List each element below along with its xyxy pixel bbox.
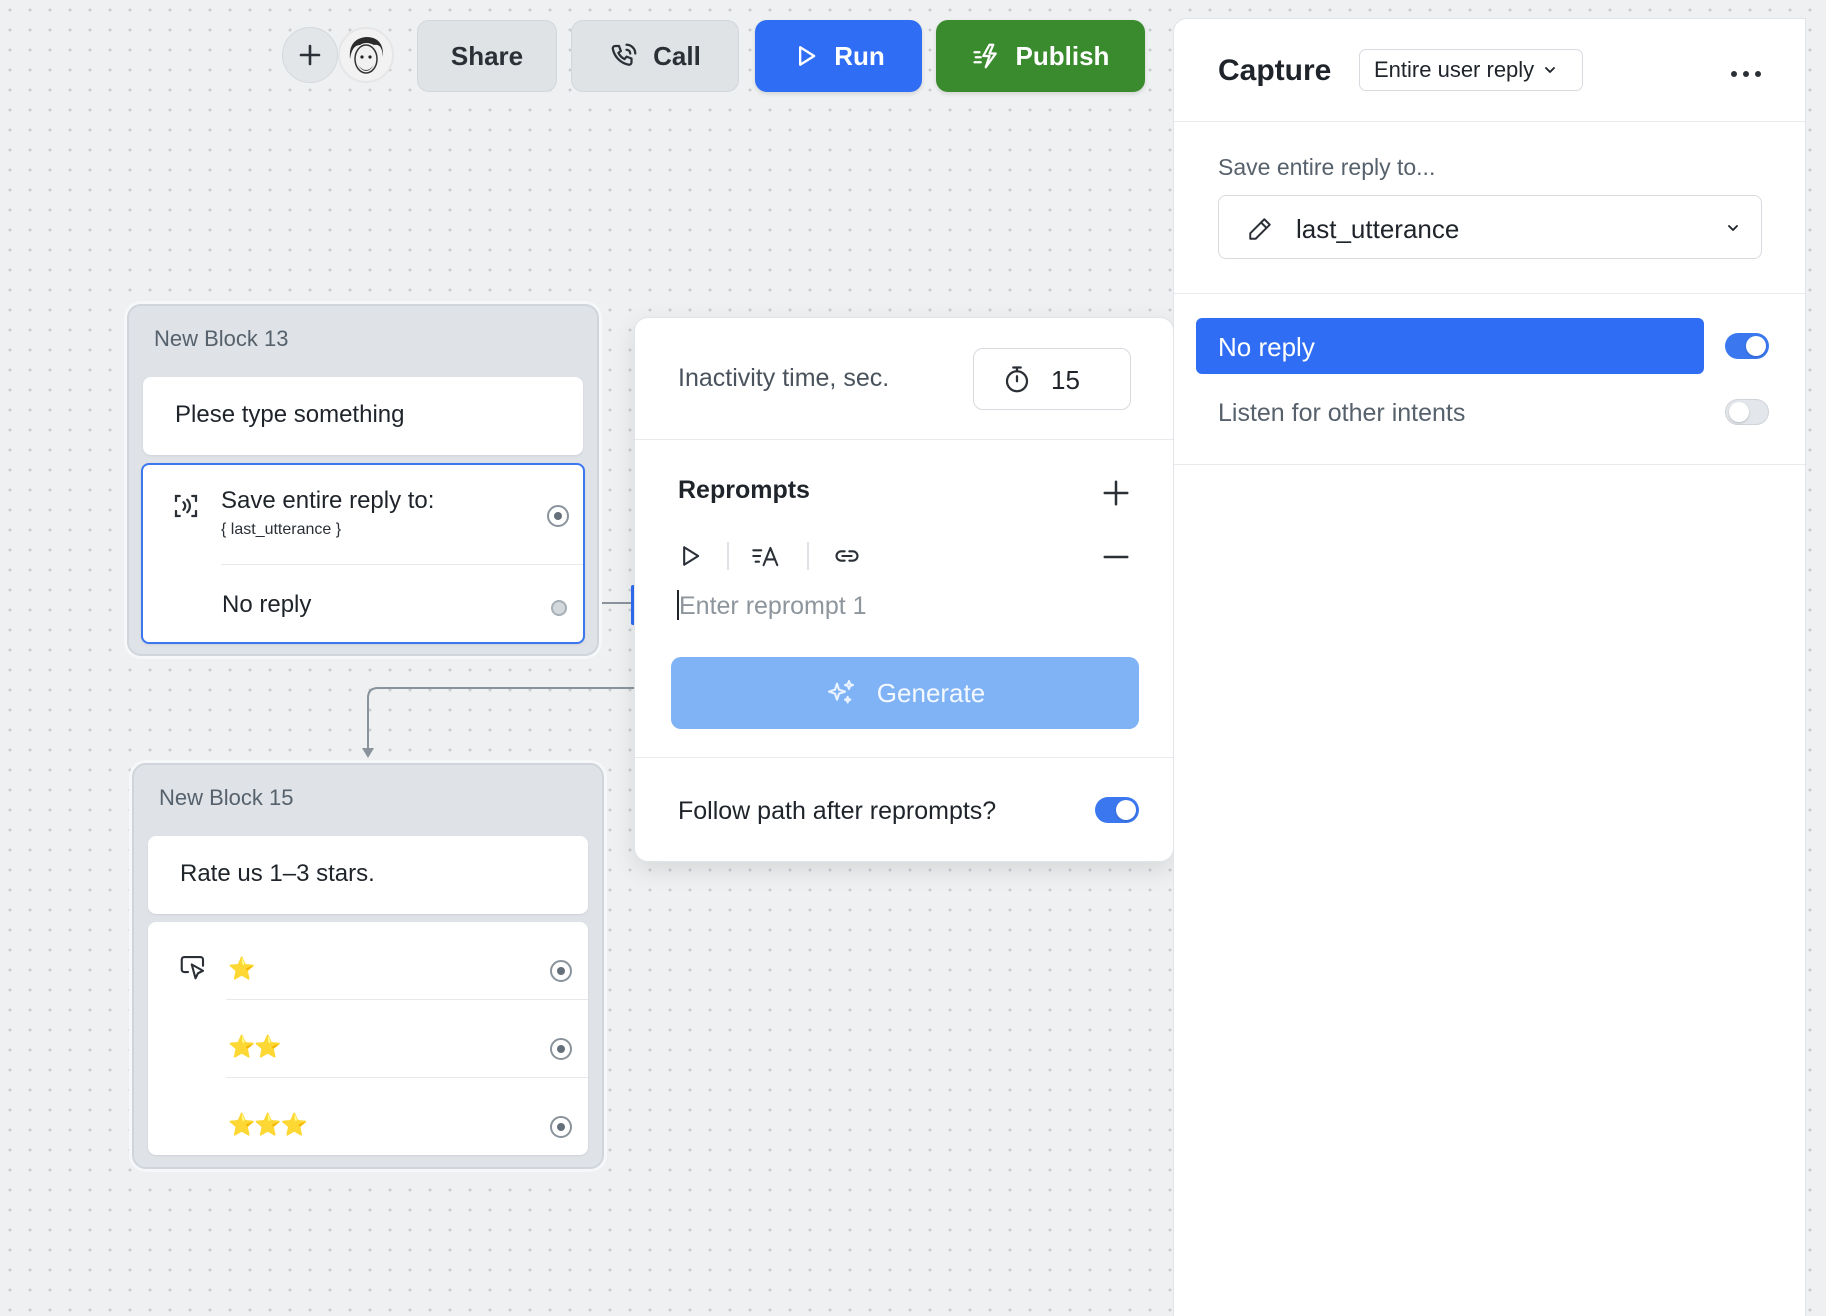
capture-mode-value: Entire user reply [1374, 57, 1535, 82]
remove-reprompt-icon[interactable] [1101, 542, 1131, 572]
message-step[interactable]: Rate us 1–3 stars. [148, 836, 588, 914]
message-step[interactable]: Plese type something [143, 377, 583, 455]
add-reprompt-icon[interactable] [1101, 478, 1131, 508]
sparkle-icon [827, 679, 854, 704]
section-divider [1174, 121, 1805, 122]
section-divider [635, 757, 1173, 758]
reprompts-heading: Reprompts [678, 476, 810, 504]
choice-icon [180, 955, 205, 980]
more-options-icon[interactable] [1729, 69, 1763, 79]
save-to-label: Save entire reply to... [1218, 154, 1436, 180]
message-text: Rate us 1–3 stars. [180, 860, 375, 887]
capture-editor-panel: Capture Entire user reply Save entire re… [1173, 18, 1806, 1316]
timer-icon [1005, 366, 1029, 393]
block-title: New Block 13 [154, 326, 289, 351]
generate-button[interactable]: Generate [671, 657, 1139, 729]
no-reply-port[interactable] [551, 600, 567, 616]
block-title: New Block 15 [159, 785, 294, 810]
choice-3-label: ⭐⭐⭐ [228, 1112, 308, 1137]
chevron-down-icon [1728, 225, 1738, 231]
reprompt-input[interactable]: Enter reprompt 1 [679, 592, 867, 621]
inactivity-value: 15 [1051, 365, 1080, 395]
choice-2-port[interactable] [550, 1038, 572, 1060]
capture-variable: { last_utterance } [221, 521, 342, 538]
section-divider [1174, 293, 1805, 294]
block-new-block-15[interactable]: New Block 15 Rate us 1–3 stars. ⭐ ⭐⭐ ⭐⭐⭐ [132, 763, 604, 1169]
no-reply-row[interactable]: No reply [1196, 318, 1704, 374]
choice-1-port[interactable] [550, 960, 572, 982]
choice-step[interactable]: ⭐ ⭐⭐ ⭐⭐⭐ [148, 922, 588, 1155]
no-reply-popover: Inactivity time, sec. 15 Reprompts Enter… [634, 317, 1174, 862]
play-preview-icon[interactable] [676, 542, 704, 570]
choice-2-label: ⭐⭐ [228, 1034, 282, 1059]
follow-path-toggle[interactable] [1095, 797, 1139, 823]
block-new-block-13[interactable]: New Block 13 Plese type something Save e… [127, 304, 599, 656]
step-divider [221, 564, 583, 565]
toolbar-divider [807, 542, 809, 570]
section-divider [1174, 464, 1805, 465]
follow-path-label: Follow path after reprompts? [678, 797, 997, 825]
toolbar-divider [727, 542, 729, 570]
capture-icon [174, 494, 198, 518]
no-reply-label: No reply [1218, 332, 1315, 362]
choice-1-label: ⭐ [228, 956, 255, 981]
section-divider [635, 439, 1173, 440]
capture-mode-dropdown[interactable]: Entire user reply [1359, 49, 1583, 91]
chevron-down-icon [1545, 67, 1556, 73]
inactivity-input[interactable]: 15 [973, 348, 1131, 410]
variable-select[interactable]: last_utterance [1218, 195, 1762, 259]
listen-intents-toggle[interactable] [1725, 399, 1769, 425]
choice-3-port[interactable] [550, 1116, 572, 1138]
no-reply-toggle[interactable] [1725, 333, 1769, 359]
message-text: Plese type something [175, 401, 405, 428]
inactivity-label: Inactivity time, sec. [678, 364, 890, 392]
choice-divider [226, 999, 588, 1000]
link-icon[interactable] [831, 542, 863, 570]
text-format-icon[interactable] [751, 542, 783, 570]
capture-port[interactable] [547, 505, 569, 527]
capture-label: Save entire reply to: [221, 487, 435, 514]
listen-intents-label: Listen for other intents [1218, 399, 1466, 427]
variable-value: last_utterance [1296, 214, 1460, 244]
capture-step[interactable]: Save entire reply to: { last_utterance }… [141, 463, 585, 644]
generate-label: Generate [876, 677, 986, 708]
pencil-icon [1249, 218, 1271, 240]
choice-divider [226, 1077, 588, 1078]
no-reply-path-label: No reply [222, 591, 312, 618]
panel-title: Capture [1218, 54, 1332, 87]
